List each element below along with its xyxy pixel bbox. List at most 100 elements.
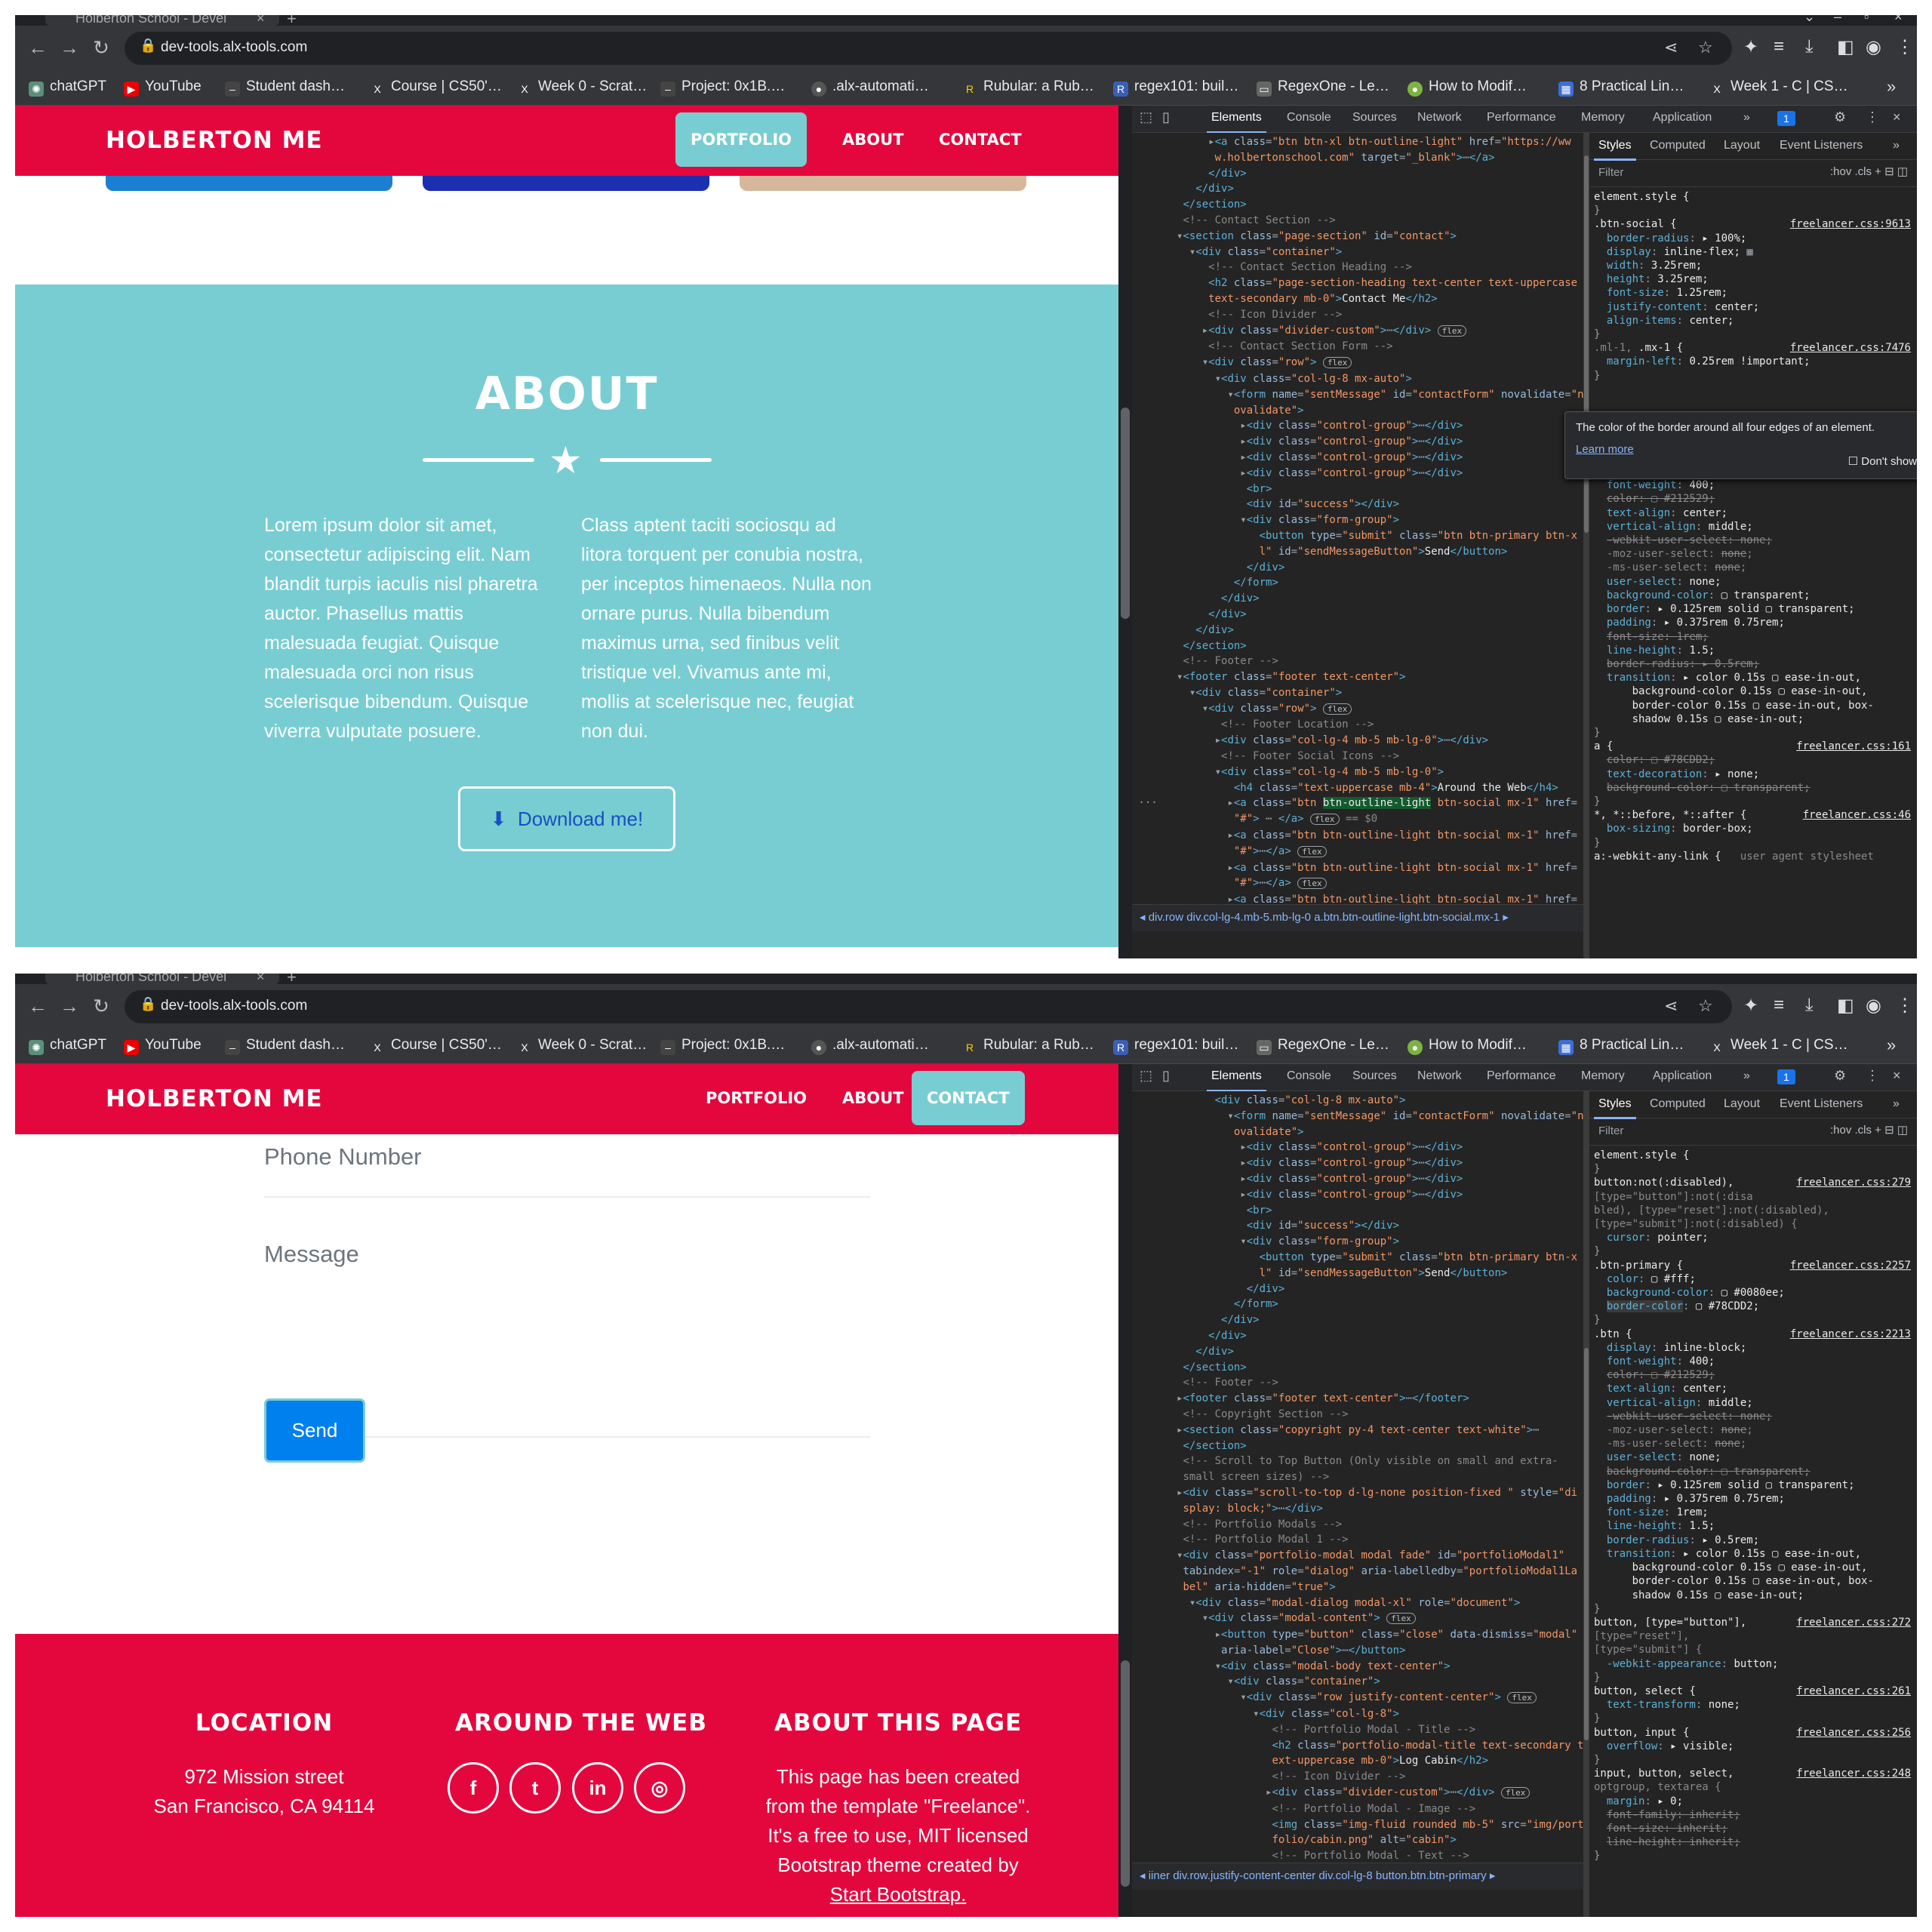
bookmark-item[interactable]: ▭ RegexOne - Le… [1257, 78, 1389, 97]
gear-icon[interactable]: ⚙ [1834, 1068, 1846, 1084]
scrollbar-thumb[interactable] [1121, 1660, 1130, 1887]
tab-memory[interactable]: Memory [1581, 1069, 1625, 1083]
bookmark-item[interactable]: ● How to Modif… [1407, 1037, 1527, 1055]
elements-tree[interactable]: <div class="col-lg-8 mx-auto"> ▾<form na… [1132, 1091, 1583, 1890]
lock-icon[interactable]: 🔒 [140, 38, 156, 54]
styles-filter[interactable]: Filter :hov .cls + ⊟ ◫ [1589, 1118, 1917, 1146]
tab-event-listeners[interactable]: Event Listeners [1780, 139, 1863, 152]
window-close-icon[interactable]: × [1894, 15, 1903, 25]
kebab-icon[interactable]: ⋮ [1866, 109, 1879, 125]
url-text[interactable]: dev-tools.alx-tools.com [161, 39, 307, 56]
more-tabs-icon[interactable]: » [1743, 1069, 1750, 1083]
phone-field[interactable]: Phone Number [264, 1143, 422, 1171]
download-icon[interactable]: ⤓ [1805, 36, 1814, 57]
inspect-icon[interactable]: ⬚ [1140, 1068, 1152, 1084]
styles-filter[interactable]: Filter :hov .cls + ⊟ ◫ [1589, 160, 1917, 187]
tab-sources[interactable]: Sources [1352, 1069, 1397, 1083]
bookmark-item[interactable]: ▶ YouTube [124, 1037, 202, 1055]
elements-tree[interactable]: ▸<a class="btn btn-xl btn-outline-light"… [1132, 133, 1583, 931]
nav-about[interactable]: ABOUT [827, 1071, 919, 1125]
twitter-icon[interactable]: t [509, 1762, 561, 1814]
bookmark-item[interactable]: X Course | CS50'… [370, 1037, 502, 1055]
close-icon[interactable]: × [1893, 1068, 1901, 1084]
tab-console[interactable]: Console [1287, 1069, 1331, 1083]
filter-options[interactable]: :hov .cls + ⊟ ◫ [1830, 165, 1908, 178]
bookmark-item[interactable]: Rregex101: buil… [1113, 78, 1238, 97]
lock-icon[interactable]: 🔒 [140, 996, 156, 1012]
portfolio-card[interactable] [423, 176, 709, 191]
bookmark-item[interactable]: X Week 0 - Scrat… [517, 1037, 647, 1055]
tab-computed[interactable]: Computed [1650, 139, 1706, 152]
bookmark-item[interactable]: X Week 0 - Scrat… [517, 78, 647, 97]
site-brand[interactable]: HOLBERTON ME [106, 1085, 323, 1112]
more-tabs-icon[interactable]: » [1893, 139, 1900, 152]
more-tabs-icon[interactable]: » [1743, 111, 1750, 125]
menu-icon[interactable]: ⋮ [1896, 36, 1914, 58]
tab-performance[interactable]: Performance [1487, 111, 1556, 125]
bookmark-item[interactable]: ● .alx-automati… [811, 78, 929, 97]
bookmark-item[interactable]: – Project: 0x1B.… [660, 1037, 785, 1055]
site-brand[interactable]: HOLBERTON ME [106, 127, 323, 154]
tab-network[interactable]: Network [1417, 1069, 1462, 1083]
send-button[interactable]: Send [264, 1398, 365, 1463]
bookmark-item[interactable]: ✺ chatGPT [29, 1037, 106, 1055]
portfolio-card[interactable] [106, 176, 392, 191]
tab-elements[interactable]: Elements [1207, 1069, 1266, 1092]
bookmark-item[interactable]: R Rubular: a Rub… [962, 78, 1094, 97]
device-icon[interactable]: ▯ [1162, 109, 1170, 125]
device-icon[interactable]: ▯ [1162, 1068, 1170, 1084]
nav-portfolio[interactable]: PORTFOLIO [675, 112, 808, 167]
tab-console[interactable]: Console [1287, 111, 1331, 125]
browser-tab[interactable]: Holberton School - Devel × [45, 15, 279, 26]
star-icon[interactable]: ☆ [1698, 38, 1713, 57]
tab-event-listeners[interactable]: Event Listeners [1780, 1097, 1863, 1111]
scrollbar-thumb[interactable] [1121, 408, 1130, 619]
forward-icon[interactable]: → [57, 993, 82, 1019]
dribbble-icon[interactable]: ◎ [634, 1762, 685, 1814]
back-icon[interactable]: ← [26, 35, 50, 60]
bookmark-item[interactable]: ▭ RegexOne - Le… [1257, 1037, 1389, 1055]
panel-splitter[interactable] [1583, 1091, 1589, 1917]
gear-icon[interactable]: ⚙ [1834, 109, 1846, 125]
tab-sources[interactable]: Sources [1352, 111, 1397, 125]
tab-elements[interactable]: Elements [1207, 111, 1266, 134]
close-icon[interactable]: × [1893, 109, 1901, 125]
bookmark-item[interactable]: ✺ chatGPT [29, 78, 106, 97]
inspect-icon[interactable]: ⬚ [1140, 109, 1152, 125]
bookmark-item[interactable]: X Week 1 - C | CS… [1709, 78, 1847, 97]
bookmark-item[interactable]: – Project: 0x1B.… [660, 78, 785, 97]
close-icon[interactable]: × [257, 15, 265, 26]
reload-icon[interactable]: ↻ [89, 993, 113, 1019]
nav-contact[interactable]: CONTACT [924, 112, 1037, 167]
media-icon[interactable]: ≡ [1774, 36, 1784, 57]
chevron-down-icon[interactable]: ⌄ [1804, 15, 1815, 25]
facebook-icon[interactable]: f [448, 1762, 499, 1814]
scrollbar-thumb[interactable] [1584, 1348, 1589, 1740]
url-text[interactable]: dev-tools.alx-tools.com [161, 998, 307, 1014]
maximize-icon[interactable]: ▫ [1864, 15, 1869, 25]
tab-memory[interactable]: Memory [1581, 111, 1625, 125]
nav-contact[interactable]: CONTACT [912, 1071, 1025, 1125]
more-tabs-icon[interactable]: » [1893, 1097, 1900, 1111]
page-scrollbar[interactable] [1118, 1064, 1132, 1917]
panel-splitter[interactable] [1583, 133, 1589, 958]
bookmark-item[interactable]: ● How to Modif… [1407, 78, 1527, 97]
address-bar[interactable]: 🔒 dev-tools.alx-tools.com ⋖ ☆ [125, 990, 1732, 1023]
message-field[interactable]: Message [264, 1241, 359, 1268]
bookmark-item[interactable]: Rregex101: buil… [1113, 1037, 1238, 1055]
browser-tab[interactable]: Holberton School - Devel × [45, 974, 279, 984]
tab-network[interactable]: Network [1417, 111, 1462, 125]
bookmark-item[interactable]: R Rubular: a Rub… [962, 1037, 1094, 1055]
tab-layout[interactable]: Layout [1724, 1097, 1760, 1111]
share-icon[interactable]: ⋖ [1664, 996, 1678, 1016]
portfolio-card[interactable] [740, 176, 1026, 191]
bookmark-item[interactable]: ▶ YouTube [124, 78, 202, 97]
nav-about[interactable]: ABOUT [827, 112, 919, 167]
close-icon[interactable]: × [257, 974, 265, 984]
share-icon[interactable]: ⋖ [1664, 38, 1678, 57]
tab-styles[interactable]: Styles [1594, 1097, 1636, 1119]
menu-icon[interactable]: ⋮ [1896, 995, 1914, 1017]
bookmark-item[interactable]: X Week 1 - C | CS… [1709, 1037, 1847, 1055]
forward-icon[interactable]: → [57, 35, 82, 60]
tab-computed[interactable]: Computed [1650, 1097, 1706, 1111]
